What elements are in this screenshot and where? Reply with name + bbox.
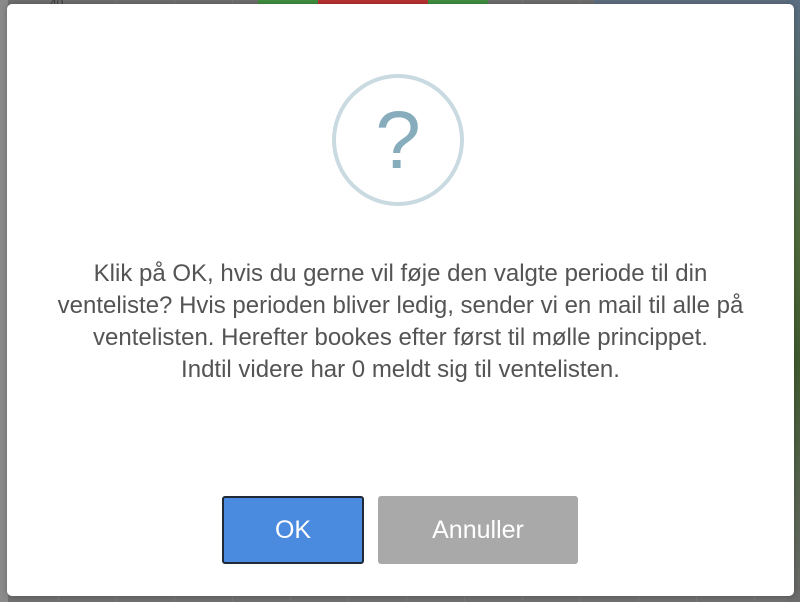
confirm-dialog: ? Klik på OK, hvis du gerne vil føje den…: [7, 4, 794, 596]
question-mark-icon: ?: [332, 74, 464, 206]
question-glyph: ?: [375, 95, 421, 186]
dialog-message: Klik på OK, hvis du gerne vil føje den v…: [47, 258, 754, 386]
dialog-message-text: Klik på OK, hvis du gerne vil føje den v…: [57, 260, 744, 351]
dialog-waitlist-count: Indtil videre har 0 meldt sig til ventel…: [181, 356, 620, 383]
ok-button[interactable]: OK: [222, 496, 364, 564]
cancel-button[interactable]: Annuller: [378, 496, 578, 564]
